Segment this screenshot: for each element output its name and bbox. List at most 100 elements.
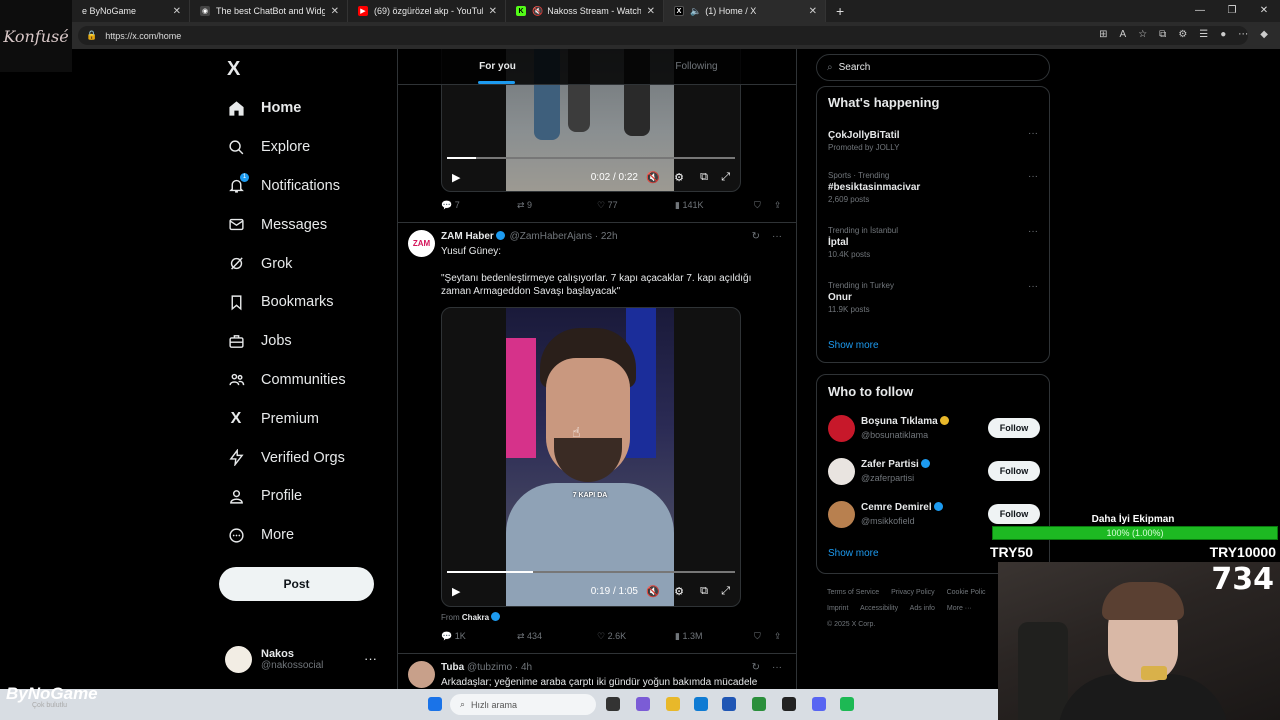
tweet-time[interactable]: 22h <box>601 231 618 242</box>
follow-suggestion[interactable]: Boşuna Tıklama @bosunatiklama Follow <box>828 415 1040 445</box>
more-dots-icon[interactable]: ··· <box>772 231 782 242</box>
more-dots-icon[interactable]: ··· <box>1028 226 1038 237</box>
views-count[interactable]: ▮ 1.3M <box>675 631 702 642</box>
spotify-icon[interactable] <box>840 697 854 711</box>
lock-icon[interactable]: 🔒 <box>86 30 97 41</box>
footer-link[interactable]: Accessibility <box>860 605 898 612</box>
x-logo-icon[interactable]: X <box>227 58 240 81</box>
fullscreen-icon[interactable]: ⤢ <box>721 585 730 598</box>
nav-premium[interactable]: X Premium <box>219 399 397 438</box>
avatar[interactable] <box>408 661 435 688</box>
nav-notifications[interactable]: 1 Notifications <box>219 167 397 206</box>
footer-link[interactable]: Ads info <box>910 605 935 612</box>
close-icon[interactable]: ✕ <box>331 6 339 17</box>
edge-browser-icon[interactable] <box>694 697 708 711</box>
trend-item[interactable]: Trending in Turkey Onur 11.9K posts ··· <box>828 281 1038 314</box>
play-icon[interactable]: ▶ <box>452 585 460 598</box>
repost-button[interactable]: ⇄ 434 <box>517 631 542 642</box>
nav-home[interactable]: Home <box>219 89 397 128</box>
video-progress[interactable] <box>447 571 735 573</box>
video-progress[interactable] <box>447 157 735 159</box>
windows-start-icon[interactable] <box>428 697 442 711</box>
read-aloud-icon[interactable]: A <box>1120 29 1127 40</box>
follow-button[interactable]: Follow <box>988 418 1040 438</box>
show-more-link[interactable]: Show more <box>828 548 879 559</box>
author-name[interactable]: Tuba <box>441 662 464 673</box>
favorites-icon[interactable]: ☰ <box>1199 29 1208 40</box>
more-dots-icon[interactable]: ··· <box>1028 128 1038 139</box>
more-dots-icon[interactable]: ··· <box>1028 171 1038 182</box>
close-icon[interactable]: ✕ <box>809 6 817 17</box>
tab-kick[interactable]: K 🔇 Nakoss Stream - Watch Live ✕ <box>506 0 664 22</box>
tab-x-home[interactable]: X 🔈 (1) Home / X ✕ <box>664 0 826 22</box>
grok-icon[interactable]: ↻ <box>752 231 760 242</box>
new-tab-button[interactable]: + <box>826 3 854 19</box>
footer-link[interactable]: Cookie Polic <box>947 589 986 596</box>
footer-link[interactable]: Privacy Policy <box>891 589 935 596</box>
tab-following[interactable]: Following <box>597 49 796 84</box>
post-button[interactable]: Post <box>219 567 374 601</box>
extensions-icon[interactable]: ⧉ <box>1159 29 1166 40</box>
pip-icon[interactable]: ⧉ <box>700 171 708 184</box>
maximize-button[interactable]: ❐ <box>1216 0 1248 22</box>
nav-bookmarks[interactable]: Bookmarks <box>219 283 397 322</box>
author-name[interactable]: ZAM Haber <box>441 231 494 242</box>
trend-item[interactable]: ÇokJollyBiTatil Promoted by JOLLY ··· <box>828 128 1038 152</box>
minimize-button[interactable]: — <box>1184 0 1216 22</box>
app-icon[interactable] <box>752 697 766 711</box>
file-explorer-icon[interactable] <box>666 697 680 711</box>
nav-profile[interactable]: Profile <box>219 477 397 516</box>
follow-button[interactable]: Follow <box>988 461 1040 481</box>
speaker-icon[interactable]: 🔈 <box>690 6 701 17</box>
trend-item[interactable]: Sports · Trending #besiktasinmacivar 2,6… <box>828 171 1038 204</box>
share-icon[interactable]: ⇪ <box>774 200 782 211</box>
steam-icon[interactable] <box>782 697 796 711</box>
task-view-icon[interactable] <box>606 697 620 711</box>
reply-button[interactable]: 💬 7 <box>441 200 460 211</box>
menu-icon[interactable]: ⋯ <box>1238 29 1248 40</box>
footer-link[interactable]: More ··· <box>947 605 972 612</box>
tweet-video[interactable]: 7 KAPI DA ▶ 0:19 / 1:05 🔇 ⚙ ⧉ ⤢ <box>441 307 741 607</box>
nav-messages[interactable]: Messages <box>219 205 397 244</box>
taskbar-search[interactable]: ⌕ Hızlı arama <box>450 694 596 715</box>
discord-icon[interactable] <box>812 697 826 711</box>
nav-verified-orgs[interactable]: Verified Orgs <box>219 438 397 477</box>
pip-icon[interactable]: ⧉ <box>700 585 708 598</box>
nav-jobs[interactable]: Jobs <box>219 322 397 361</box>
close-icon[interactable]: ✕ <box>173 6 181 17</box>
author-handle[interactable]: @ZamHaberAjans <box>510 231 592 242</box>
tab-chatbot[interactable]: ◉ The best ChatBot and Widgets fo ✕ <box>190 0 348 22</box>
tab-bynogame[interactable]: e ByNoGame ✕ <box>72 0 190 22</box>
footer-link[interactable]: Imprint <box>827 605 848 612</box>
grok-icon[interactable]: ↻ <box>752 662 760 673</box>
reply-button[interactable]: 💬 1K <box>441 631 466 642</box>
tab-youtube[interactable]: ▶ (69) özgürözel akp - YouTube ✕ <box>348 0 506 22</box>
close-icon[interactable]: ✕ <box>647 6 655 17</box>
close-window-button[interactable]: ✕ <box>1248 0 1280 22</box>
more-dots-icon[interactable]: ··· <box>1028 281 1038 292</box>
address-bar[interactable]: 🔒 https://x.com/home <box>78 26 1248 45</box>
fullscreen-icon[interactable]: ⤢ <box>721 171 730 184</box>
muted-speaker-icon[interactable]: 🔇 <box>532 6 543 17</box>
show-more-link[interactable]: Show more <box>828 340 879 351</box>
like-button[interactable]: ♡ 77 <box>597 200 618 211</box>
footer-link[interactable]: Terms of Service <box>827 589 879 596</box>
mute-icon[interactable]: 🔇 <box>646 171 660 184</box>
from-source[interactable]: Chakra <box>462 613 489 622</box>
play-icon[interactable]: ▶ <box>452 171 460 184</box>
share-icon[interactable]: ⇪ <box>774 631 782 642</box>
account-switcher[interactable]: Nakos @nakossocial ··· <box>225 639 395 679</box>
views-count[interactable]: ▮ 141K <box>675 200 703 211</box>
search-input[interactable]: ⌕ Search <box>816 54 1050 81</box>
like-button[interactable]: ♡ 2.6K <box>597 631 626 642</box>
tweet-time[interactable]: 4h <box>521 662 532 673</box>
store-icon[interactable] <box>722 697 736 711</box>
collections-icon[interactable]: ⚙ <box>1178 29 1187 40</box>
settings-icon[interactable]: ⚙ <box>674 171 684 184</box>
repost-button[interactable]: ⇄ 9 <box>517 200 532 211</box>
follow-suggestion[interactable]: Zafer Partisi @zaferpartisi Follow <box>828 458 1040 488</box>
copilot-icon[interactable] <box>636 697 650 711</box>
nav-explore[interactable]: Explore <box>219 128 397 167</box>
nav-communities[interactable]: Communities <box>219 361 397 400</box>
mute-icon[interactable]: 🔇 <box>646 585 660 598</box>
